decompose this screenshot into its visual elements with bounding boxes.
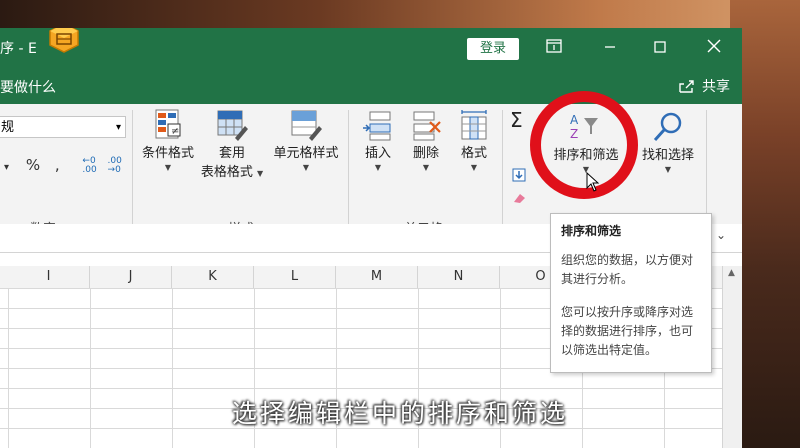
minimize-icon[interactable] (598, 36, 622, 60)
clear-eraser-icon[interactable] (512, 192, 526, 204)
decrease-decimal-icon[interactable]: .00 →0 (108, 156, 122, 175)
format-as-table-icon (217, 110, 248, 141)
insert-label: 插入 (364, 146, 391, 161)
maximize-icon[interactable] (648, 36, 672, 60)
highlight-circle (530, 91, 638, 199)
desktop-background-top (0, 0, 800, 30)
share-label: 共享 (702, 79, 730, 95)
tooltip-title: 排序和筛选 (561, 224, 622, 238)
divider (348, 110, 349, 228)
chevron-down-icon: ▼ (422, 163, 430, 172)
divider (132, 110, 133, 228)
insert-button[interactable]: 插入 ▼ (356, 110, 400, 172)
delete-label: 删除 (412, 146, 439, 161)
chevron-down-icon[interactable]: ⌄ (716, 228, 726, 242)
format-cells-icon (461, 110, 487, 140)
number-tools: ▾ % , ←0.00 .00 →0 (4, 156, 122, 175)
column-header[interactable]: I (8, 266, 90, 288)
comma-button[interactable]: , (55, 156, 60, 174)
format-label: 格式 (460, 146, 487, 161)
column-header[interactable]: N (418, 266, 500, 288)
chevron-down-icon: ▼ (302, 163, 310, 172)
scroll-up-icon[interactable]: ▲ (728, 268, 735, 278)
video-subtitle: 选择编辑栏中的排序和筛选 (231, 399, 568, 428)
chevron-down-icon: ▼ (374, 163, 382, 172)
tell-me-input[interactable]: 要做什么 (0, 77, 56, 97)
share-button[interactable]: 共享 (678, 76, 730, 96)
column-header[interactable]: K (172, 266, 254, 288)
mouse-cursor-icon (586, 172, 600, 192)
divider (502, 110, 503, 228)
fill-icon[interactable] (512, 168, 526, 182)
format-as-table-button[interactable]: 套用 表格格式 ▼ (200, 108, 264, 180)
ribbon-display-options-icon[interactable] (542, 36, 566, 60)
increase-decimal-icon[interactable]: ←0.00 (82, 156, 96, 175)
chevron-down-icon: ▼ (470, 163, 478, 172)
column-header[interactable]: M (336, 266, 418, 288)
cell-styles-icon (291, 110, 322, 141)
conditional-formatting-icon: ≠ (155, 109, 181, 139)
chevron-down-icon: ▼ (664, 165, 672, 174)
conditional-formatting-label: 条件格式 (141, 146, 194, 161)
format-as-table-label-line1: 套用 (218, 146, 245, 161)
delete-cells-icon (413, 111, 441, 141)
format-button[interactable]: 格式 ▼ (452, 110, 496, 172)
tell-me-bar: 要做什么 共享 (0, 68, 742, 104)
title-bar: 序 - E 登录 (0, 28, 742, 68)
cell-styles-button[interactable]: 单元格样式 ▼ (268, 108, 344, 172)
format-as-table-label-line2: 表格格式 (200, 165, 253, 180)
svg-text:≠: ≠ (171, 126, 179, 137)
number-format-value: 规 (1, 120, 15, 135)
autosum-button[interactable]: Σ (510, 108, 523, 132)
insert-cells-icon (363, 111, 391, 141)
column-header[interactable]: J (90, 266, 172, 288)
percent-button[interactable]: % (26, 156, 40, 174)
close-icon[interactable] (702, 36, 726, 60)
app-logo-icon (49, 28, 79, 53)
window-title: 序 - E (0, 41, 37, 57)
tooltip-body-1: 组织您的数据，以方便对其进行分析。 (561, 253, 694, 286)
chevron-down-icon: ▼ (257, 169, 264, 178)
find-select-button[interactable]: 找和选择 ▼ (636, 110, 700, 174)
share-icon (679, 80, 694, 93)
find-select-label: 找和选择 (641, 148, 694, 163)
magnifier-icon (653, 112, 682, 142)
conditional-formatting-button[interactable]: ≠ 条件格式 ▼ (138, 108, 198, 172)
chevron-down-icon: ▾ (115, 122, 121, 133)
currency-dropdown-icon[interactable]: ▾ (4, 162, 9, 173)
number-format-dropdown[interactable]: 规 ▾ (0, 116, 126, 138)
chevron-down-icon: ▼ (164, 163, 172, 172)
tooltip-body-2: 您可以按升序或降序对选择的数据进行排序，也可以筛选出特定值。 (561, 305, 694, 357)
login-button[interactable]: 登录 (467, 38, 519, 60)
sort-filter-tooltip: 排序和筛选 组织您的数据，以方便对其进行分析。 您可以按升序或降序对选择的数据进… (550, 213, 712, 373)
divider (706, 110, 707, 228)
column-header[interactable]: L (254, 266, 336, 288)
delete-button[interactable]: 删除 ▼ (404, 110, 448, 172)
cell-styles-label: 单元格样式 (273, 146, 339, 161)
